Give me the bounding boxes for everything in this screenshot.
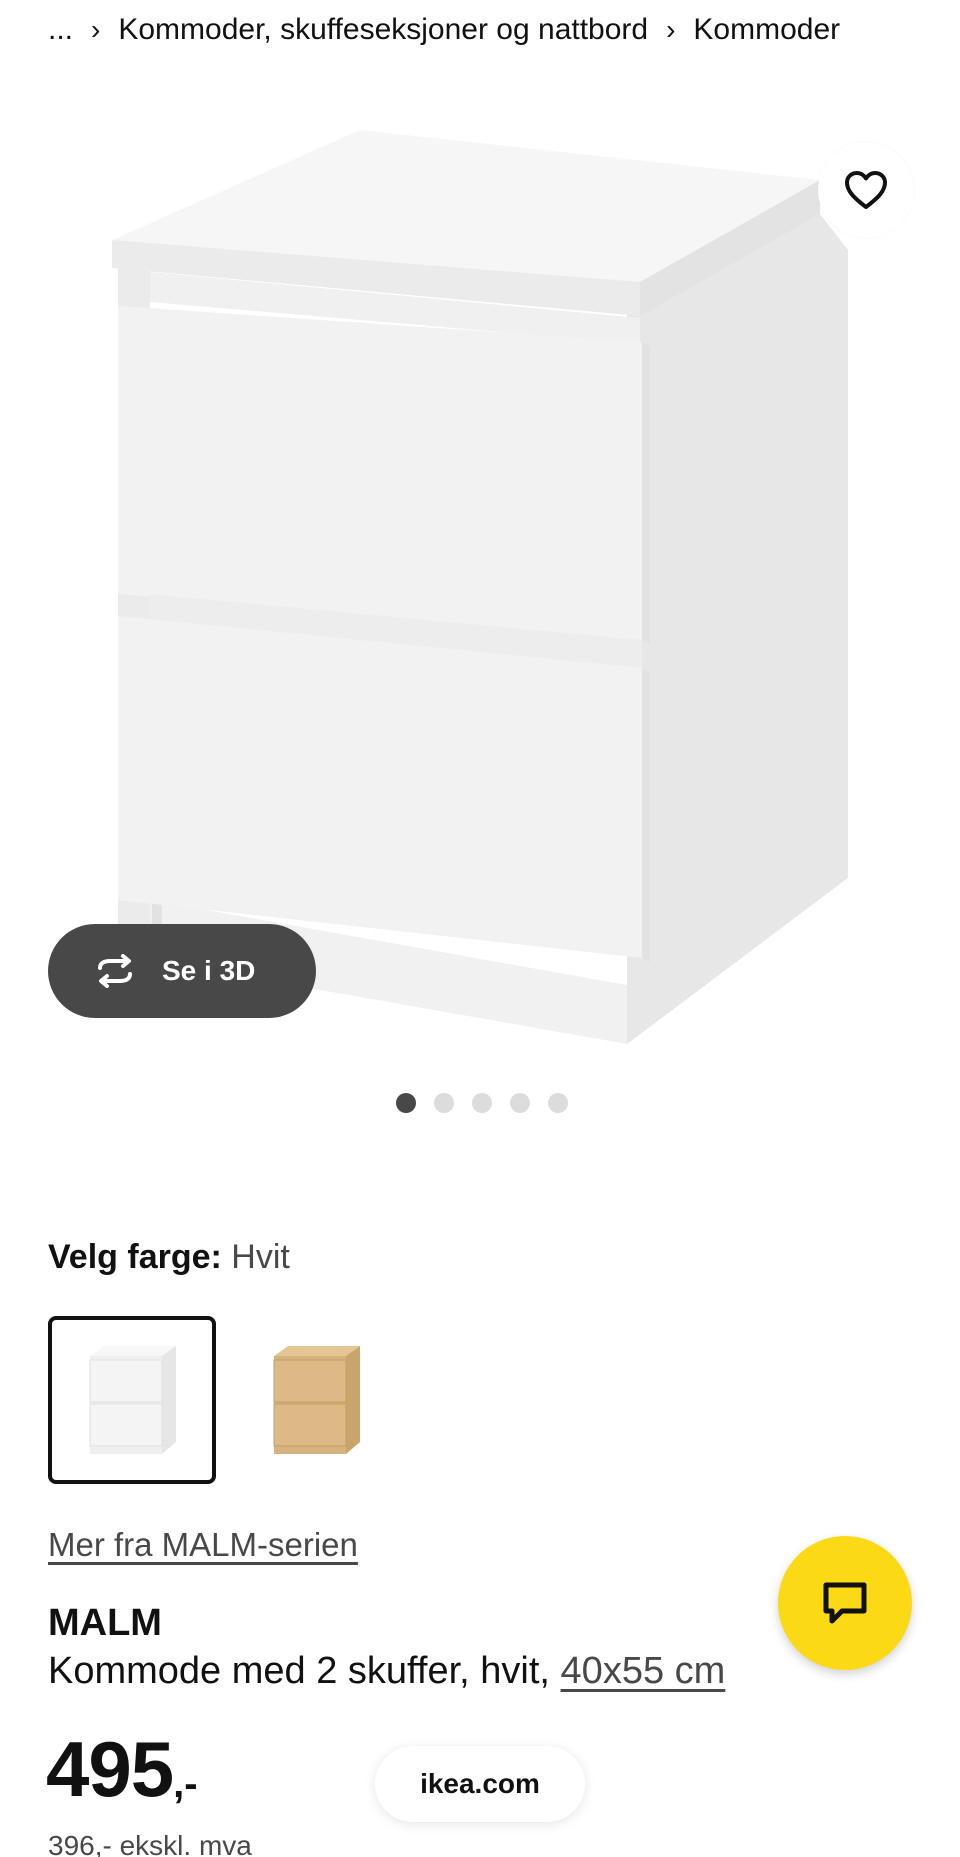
breadcrumb-item-dressers[interactable]: Kommoder — [693, 13, 840, 47]
product-size-link[interactable]: 40x55 cm — [561, 1650, 726, 1692]
carousel-dot-3[interactable] — [472, 1093, 492, 1113]
view-3d-label: Se i 3D — [162, 955, 256, 986]
chat-button[interactable] — [778, 1536, 912, 1670]
color-swatch-birch[interactable] — [232, 1316, 400, 1484]
white-dresser-thumbnail — [89, 1346, 176, 1454]
view-3d-button[interactable]: Se i 3D — [48, 924, 316, 1018]
heart-icon — [845, 171, 887, 209]
price-integer: 495 — [46, 1725, 174, 1813]
chevron-right-icon: › — [666, 14, 676, 45]
chat-bubble-icon — [823, 1582, 867, 1624]
product-description-text: Kommode med 2 skuffer, hvit, — [48, 1650, 561, 1692]
browser-url-bar[interactable]: ikea.com — [375, 1746, 585, 1822]
color-label-title: Velg farge: — [48, 1238, 222, 1276]
color-swatch-white[interactable] — [48, 1316, 216, 1484]
product-description: Kommode med 2 skuffer, hvit, 40x55 cm — [48, 1650, 725, 1693]
birch-dresser-thumbnail — [273, 1346, 360, 1454]
breadcrumb: ... › Kommoder, skuffeseksjoner og nattb… — [48, 8, 840, 52]
chevron-right-icon: › — [91, 14, 101, 45]
breadcrumb-ellipsis[interactable]: ... — [48, 13, 73, 47]
product-price: 495 ,- — [46, 1730, 198, 1808]
favorite-button[interactable] — [818, 142, 914, 238]
carousel-dot-2[interactable] — [434, 1093, 454, 1113]
color-selected-value: Hvit — [231, 1238, 290, 1276]
series-link[interactable]: Mer fra MALM-serien — [48, 1526, 358, 1564]
carousel-dot-4[interactable] — [510, 1093, 530, 1113]
rotate-icon — [98, 954, 132, 988]
carousel-dot-1[interactable] — [396, 1093, 416, 1113]
dresser-illustration — [112, 130, 848, 1044]
product-image[interactable] — [0, 60, 960, 1070]
carousel-dot-5[interactable] — [548, 1093, 568, 1113]
breadcrumb-item-dressers-category[interactable]: Kommoder, skuffeseksjoner og nattbord — [118, 13, 648, 47]
carousel-dots — [0, 1093, 960, 1113]
color-label: Velg farge: Hvit — [48, 1238, 290, 1277]
price-ex-vat: 396,- ekskl. mva — [48, 1830, 252, 1857]
price-suffix: ,- — [173, 1762, 198, 1806]
product-name: MALM — [48, 1602, 162, 1644]
